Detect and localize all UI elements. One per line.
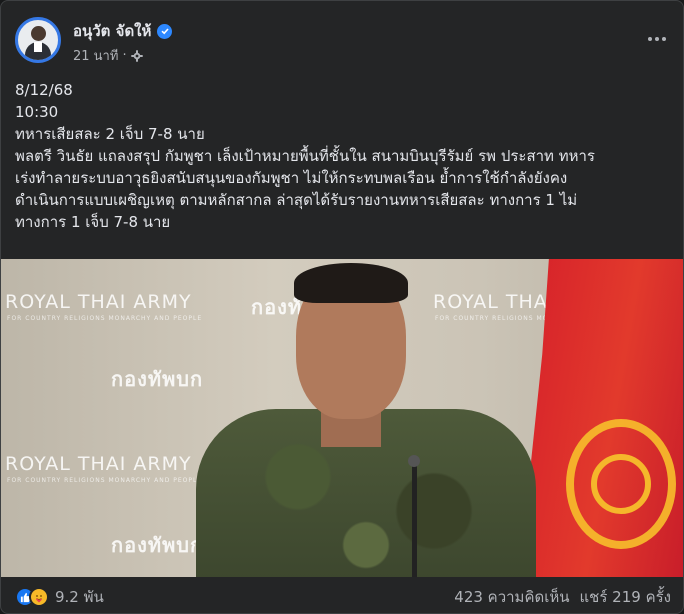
- post-line-headline: ทหารเสียสละ 2 เจ็บ 7-8 นาย: [15, 125, 205, 143]
- post-line-time: 10:30: [15, 103, 59, 121]
- dot: [662, 37, 666, 41]
- reaction-count: 9.2 พัน: [55, 588, 104, 606]
- author-avatar[interactable]: [15, 17, 61, 63]
- author-name[interactable]: อนุวัต จัดให้: [73, 19, 151, 43]
- microphone-stand: [412, 459, 417, 577]
- watermark-army-th: กองทัพบก: [111, 367, 204, 391]
- shares-link[interactable]: แชร์ 219 ครั้ง: [580, 585, 672, 609]
- watermark-motto: FOR COUNTRY RELIGIONS MONARCHY AND PEOPL…: [7, 477, 203, 484]
- engagement-links: 423 ความคิดเห็น แชร์ 219 ครั้ง: [454, 585, 671, 609]
- reaction-summary[interactable]: 9.2 พัน: [15, 585, 104, 609]
- watermark-army-en: ROYAL THAI ARMY: [5, 291, 192, 313]
- post-line-body-3: ดำเนินการแบบเผชิญเหตุ ตามหลักสากล ล่าสุด…: [15, 191, 578, 209]
- meta-separator: ·: [122, 48, 127, 63]
- avatar-shirt: [34, 42, 42, 52]
- care-icon: [29, 587, 49, 607]
- post-line-body-2: เร่งทำลายระบบอาวุธยิงสนับสนุนของกัมพูชา …: [15, 169, 568, 187]
- watermark-motto: FOR COUNTRY RELIGIONS MONARCHY AND PEOPL…: [7, 315, 203, 322]
- post-header: อนุวัต จัดให้ 21 นาที ·: [15, 15, 671, 65]
- avatar-head: [31, 26, 46, 41]
- post-meta: 21 นาที ·: [73, 45, 143, 66]
- post-line-body-1: พลตรี วินธัย แถลงสรุป กัมพูชา เล็งเป้าหม…: [15, 147, 595, 165]
- more-options-icon[interactable]: [643, 25, 671, 53]
- flag-emblem-inner: [591, 454, 651, 514]
- post-line-date: 8/12/68: [15, 81, 73, 99]
- post-text: 8/12/68 10:30 ทหารเสียสละ 2 เจ็บ 7-8 นาย…: [15, 79, 679, 233]
- facebook-post: อนุวัต จัดให้ 21 นาที · 8/12/68 10:30 ทห…: [0, 0, 684, 614]
- post-footer: 9.2 พัน 423 ความคิดเห็น แชร์ 219 ครั้ง: [15, 583, 671, 611]
- comments-link[interactable]: 423 ความคิดเห็น: [454, 585, 569, 609]
- dot: [648, 37, 652, 41]
- author-row: อนุวัต จัดให้: [73, 19, 173, 43]
- hair: [294, 263, 408, 303]
- post-time[interactable]: 21 นาที: [73, 45, 118, 66]
- verified-badge-icon: [157, 23, 173, 39]
- watermark-army-en: ROYAL THAI ARMY: [5, 453, 192, 475]
- gear-icon[interactable]: [130, 49, 143, 62]
- post-image[interactable]: ROYAL THAI ARMY FOR COUNTRY RELIGIONS MO…: [1, 259, 683, 577]
- post-line-body-4: ทางการ 1 เจ็บ 7-8 นาย: [15, 213, 171, 231]
- dot: [655, 37, 659, 41]
- watermark-army-th: กองทัพบก: [111, 533, 204, 557]
- speaker-figure: [196, 259, 536, 577]
- microphone-icon: [408, 455, 420, 467]
